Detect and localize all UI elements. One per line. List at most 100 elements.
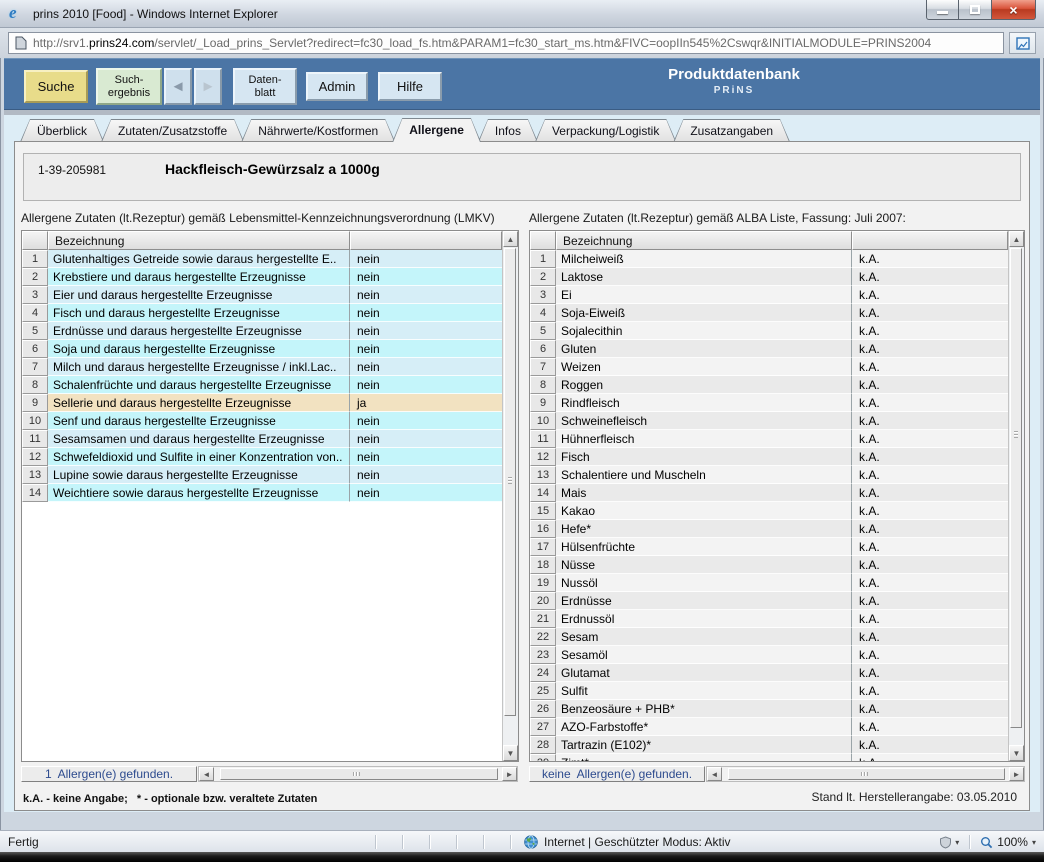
tab[interactable]: Nährwerte/Kostformen bbox=[241, 119, 395, 142]
table-row[interactable]: 12 Schwefeldioxid und Sulfite in einer K… bbox=[22, 448, 502, 466]
row-number[interactable]: 11 bbox=[22, 430, 48, 448]
row-number[interactable]: 14 bbox=[530, 484, 556, 502]
row-number[interactable]: 27 bbox=[530, 718, 556, 736]
table-row[interactable]: 1 Milcheiweiß k.A. bbox=[530, 250, 1008, 268]
table-row[interactable]: 20 Erdnüsse k.A. bbox=[530, 592, 1008, 610]
row-number[interactable]: 23 bbox=[530, 646, 556, 664]
zoom-level-button[interactable]: 100% ▾ bbox=[980, 835, 1036, 849]
row-number[interactable]: 1 bbox=[22, 250, 48, 268]
row-number[interactable]: 12 bbox=[22, 448, 48, 466]
row-number[interactable]: 8 bbox=[22, 376, 48, 394]
table-row[interactable]: 5 Erdnüsse und daraus hergestellte Erzeu… bbox=[22, 322, 502, 340]
forward-button[interactable]: ► bbox=[194, 68, 222, 105]
table-row[interactable]: 14 Weichtiere sowie daraus hergestellte … bbox=[22, 484, 502, 502]
row-number[interactable]: 7 bbox=[22, 358, 48, 376]
row-number[interactable]: 5 bbox=[530, 322, 556, 340]
table-row[interactable]: 2 Krebstiere und daraus hergestellte Erz… bbox=[22, 268, 502, 286]
row-number[interactable]: 3 bbox=[530, 286, 556, 304]
back-button[interactable]: ◄ bbox=[164, 68, 192, 105]
scroll-up-button[interactable]: ▲ bbox=[503, 231, 518, 247]
minimize-button[interactable] bbox=[926, 0, 959, 20]
lmkv-vertical-scrollbar[interactable]: ▲ ▼ bbox=[502, 231, 518, 761]
help-button[interactable]: Hilfe bbox=[378, 72, 442, 101]
table-row[interactable]: 2 Laktose k.A. bbox=[530, 268, 1008, 286]
tab[interactable]: Infos bbox=[478, 119, 538, 142]
table-row[interactable]: 4 Soja-Eiweiß k.A. bbox=[530, 304, 1008, 322]
table-row[interactable]: 11 Sesamsamen und daraus hergestellte Er… bbox=[22, 430, 502, 448]
table-row[interactable]: 1 Glutenhaltiges Getreide sowie daraus h… bbox=[22, 250, 502, 268]
row-number[interactable]: 9 bbox=[530, 394, 556, 412]
row-number[interactable]: 15 bbox=[530, 502, 556, 520]
row-number[interactable]: 10 bbox=[22, 412, 48, 430]
row-number[interactable]: 22 bbox=[530, 628, 556, 646]
scroll-left-button[interactable]: ◄ bbox=[707, 767, 722, 781]
row-number[interactable]: 16 bbox=[530, 520, 556, 538]
row-number[interactable]: 10 bbox=[530, 412, 556, 430]
row-number[interactable]: 26 bbox=[530, 700, 556, 718]
table-row[interactable]: 3 Eier und daraus hergestellte Erzeugnis… bbox=[22, 286, 502, 304]
table-row[interactable]: 6 Gluten k.A. bbox=[530, 340, 1008, 358]
table-row[interactable]: 18 Nüsse k.A. bbox=[530, 556, 1008, 574]
row-number[interactable]: 13 bbox=[530, 466, 556, 484]
row-number[interactable]: 5 bbox=[22, 322, 48, 340]
alba-vertical-scrollbar[interactable]: ▲ ▼ bbox=[1008, 231, 1024, 761]
table-row[interactable]: 8 Roggen k.A. bbox=[530, 376, 1008, 394]
datasheet-button[interactable]: Daten- blatt bbox=[233, 68, 297, 105]
tab[interactable]: Verpackung/Logistik bbox=[535, 119, 676, 142]
scroll-right-button[interactable]: ► bbox=[502, 767, 517, 781]
table-row[interactable]: 10 Schweinefleisch k.A. bbox=[530, 412, 1008, 430]
table-row[interactable]: 7 Weizen k.A. bbox=[530, 358, 1008, 376]
row-number[interactable]: 29 bbox=[530, 754, 556, 761]
table-row[interactable]: 9 Sellerie und daraus hergestellte Erzeu… bbox=[22, 394, 502, 412]
lmkv-horizontal-scrollbar[interactable]: ◄ ► bbox=[198, 766, 518, 782]
admin-button[interactable]: Admin bbox=[306, 72, 368, 101]
row-number[interactable]: 2 bbox=[22, 268, 48, 286]
row-number[interactable]: 6 bbox=[22, 340, 48, 358]
scroll-right-button[interactable]: ► bbox=[1009, 767, 1024, 781]
table-row[interactable]: 25 Sulfit k.A. bbox=[530, 682, 1008, 700]
url-input[interactable]: http://srv1.prins24.com/servlet/_Load_pr… bbox=[8, 32, 1004, 54]
scrollbar-thumb[interactable] bbox=[1010, 248, 1022, 728]
column-header-bezeichnung[interactable]: Bezeichnung bbox=[48, 231, 350, 250]
search-results-button[interactable]: Such- ergebnis bbox=[96, 68, 162, 105]
maximize-button[interactable] bbox=[959, 0, 992, 20]
tab[interactable]: Überblick bbox=[20, 119, 104, 142]
row-number[interactable]: 12 bbox=[530, 448, 556, 466]
table-row[interactable]: 8 Schalenfrüchte und daraus hergestellte… bbox=[22, 376, 502, 394]
scroll-up-button[interactable]: ▲ bbox=[1009, 231, 1024, 247]
scroll-down-button[interactable]: ▼ bbox=[503, 745, 518, 761]
table-row[interactable]: 7 Milch und daraus hergestellte Erzeugni… bbox=[22, 358, 502, 376]
table-row[interactable]: 3 Ei k.A. bbox=[530, 286, 1008, 304]
row-number[interactable]: 17 bbox=[530, 538, 556, 556]
row-number[interactable]: 3 bbox=[22, 286, 48, 304]
table-row[interactable]: 27 AZO-Farbstoffe* k.A. bbox=[530, 718, 1008, 736]
search-button[interactable]: Suche bbox=[24, 70, 88, 103]
row-number[interactable]: 4 bbox=[22, 304, 48, 322]
row-number[interactable]: 28 bbox=[530, 736, 556, 754]
row-number[interactable]: 8 bbox=[530, 376, 556, 394]
tab[interactable]: Zusatzangaben bbox=[673, 119, 790, 142]
row-number[interactable]: 18 bbox=[530, 556, 556, 574]
scrollbar-thumb[interactable] bbox=[504, 248, 516, 716]
row-number[interactable]: 4 bbox=[530, 304, 556, 322]
table-row[interactable]: 28 Tartrazin (E102)* k.A. bbox=[530, 736, 1008, 754]
table-row[interactable]: 26 Benzeosäure + PHB* k.A. bbox=[530, 700, 1008, 718]
row-number[interactable]: 13 bbox=[22, 466, 48, 484]
row-number[interactable]: 24 bbox=[530, 664, 556, 682]
row-number[interactable]: 19 bbox=[530, 574, 556, 592]
alba-horizontal-scrollbar[interactable]: ◄ ► bbox=[706, 766, 1025, 782]
compatibility-view-button[interactable] bbox=[1009, 32, 1036, 54]
alba-status-button[interactable]: keine Allergen(e) gefunden. bbox=[529, 766, 705, 782]
table-row[interactable]: 16 Hefe* k.A. bbox=[530, 520, 1008, 538]
table-row[interactable]: 12 Fisch k.A. bbox=[530, 448, 1008, 466]
table-row[interactable]: 22 Sesam k.A. bbox=[530, 628, 1008, 646]
row-number[interactable]: 2 bbox=[530, 268, 556, 286]
row-number[interactable]: 20 bbox=[530, 592, 556, 610]
table-row[interactable]: 4 Fisch und daraus hergestellte Erzeugni… bbox=[22, 304, 502, 322]
table-row[interactable]: 29 Zimt* k.A. bbox=[530, 754, 1008, 761]
row-number[interactable]: 7 bbox=[530, 358, 556, 376]
table-row[interactable]: 24 Glutamat k.A. bbox=[530, 664, 1008, 682]
tab[interactable]: Allergene bbox=[392, 118, 481, 142]
scroll-down-button[interactable]: ▼ bbox=[1009, 745, 1024, 761]
scrollbar-thumb[interactable] bbox=[728, 768, 1005, 780]
